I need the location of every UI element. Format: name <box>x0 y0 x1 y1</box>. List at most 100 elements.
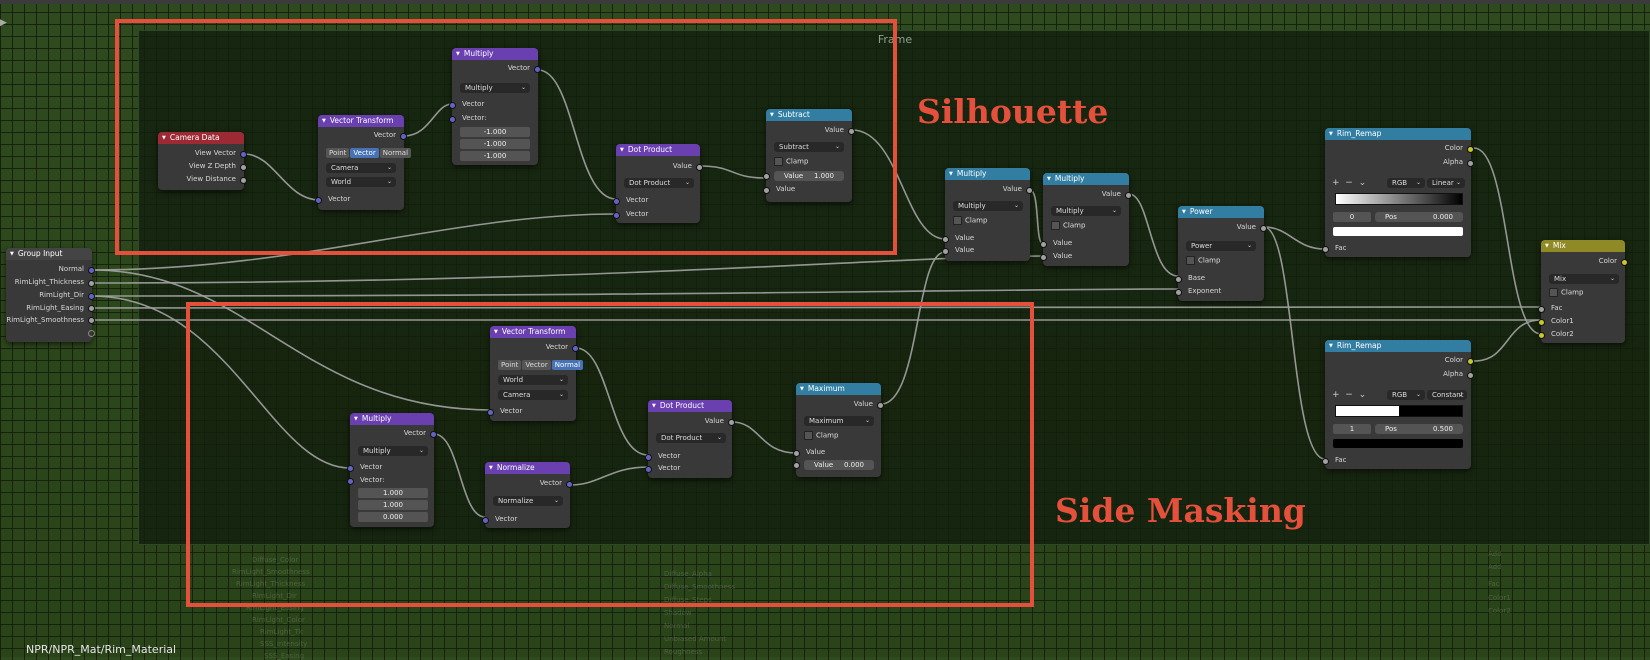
input-socket[interactable] <box>942 248 949 255</box>
stop-position-field[interactable]: Pos 0.000 <box>1375 212 1463 222</box>
node-header[interactable]: ▼ Multiply <box>945 168 1030 180</box>
add-stop-button[interactable]: + <box>1332 390 1340 400</box>
ghost-label: Fac <box>1488 580 1500 588</box>
checkbox-label: Clamp <box>1063 221 1086 230</box>
color-ramp-gradient[interactable] <box>1335 405 1463 417</box>
input-label: Base <box>1188 274 1206 282</box>
dropdown-value: Linear <box>1432 179 1454 187</box>
ghost-label: RimLight_Tk <box>260 628 303 636</box>
stop-index-field[interactable]: 0 <box>1333 212 1371 222</box>
output-socket[interactable] <box>1260 225 1267 232</box>
output-label: Value <box>1002 185 1022 193</box>
interpolation-dropdown[interactable]: Linear ⌄ <box>1427 178 1465 188</box>
math-multiply-node[interactable]: ▼ Multiply Value Multiply ⌄ Clamp Value Va… <box>942 168 1033 261</box>
dropdown-value: RGB <box>1392 391 1408 399</box>
output-socket[interactable] <box>88 305 95 312</box>
clamp-checkbox[interactable]: Clamp <box>953 216 987 225</box>
group-input-node[interactable]: ▼ Group Input Normal RimLight_Thickness R… <box>6 248 95 342</box>
stop-color-field[interactable] <box>1333 227 1463 236</box>
input-label: Value <box>1053 252 1073 260</box>
chevron-down-icon: ⌄ <box>1246 242 1252 249</box>
output-socket[interactable] <box>1621 259 1628 266</box>
input-socket[interactable] <box>1538 319 1545 326</box>
operation-dropdown[interactable]: Power ⌄ <box>1186 241 1256 251</box>
checkbox-label: Clamp <box>965 216 988 225</box>
chevron-down-icon: ⌄ <box>1013 202 1019 209</box>
output-label: Alpha <box>1443 158 1463 166</box>
output-socket[interactable] <box>1125 192 1132 199</box>
checkbox-box[interactable] <box>953 216 962 225</box>
node-title: Multiply <box>956 169 987 178</box>
node-header[interactable]: ▼ Rim_Remap <box>1325 340 1471 352</box>
stop-index-field[interactable]: 1 <box>1333 424 1371 434</box>
node-header[interactable]: ▼ Multiply <box>1043 173 1129 185</box>
output-socket[interactable] <box>88 317 95 324</box>
output-label: RimLight_Smoothness <box>6 316 84 324</box>
remove-stop-button[interactable]: − <box>1345 178 1353 188</box>
ghost-label: Unbiased Amount <box>664 635 727 643</box>
checkbox-box[interactable] <box>1549 288 1558 297</box>
input-socket[interactable] <box>1040 254 1047 261</box>
stop-position-field[interactable]: Pos 0.500 <box>1375 424 1463 434</box>
ghost-label: Roughness <box>664 648 703 656</box>
mix-node[interactable]: ▼ Mix Color Mix ⌄ Clamp Fac Color1 Color2 <box>1538 240 1628 343</box>
output-socket[interactable] <box>1467 358 1474 365</box>
blend-mode-dropdown[interactable]: Mix ⌄ <box>1549 274 1619 284</box>
node-header[interactable]: ▼ Rim_Remap <box>1325 128 1471 140</box>
output-socket[interactable] <box>1467 160 1474 167</box>
clamp-checkbox[interactable]: Clamp <box>1549 288 1583 297</box>
node-header[interactable]: ▼ Mix <box>1541 240 1625 252</box>
output-socket[interactable] <box>1467 372 1474 379</box>
node-header[interactable]: ▼ Group Input <box>6 248 92 260</box>
output-socket[interactable] <box>88 280 95 287</box>
input-label: Value <box>1053 239 1073 247</box>
silhouette-annotation-box <box>115 19 897 255</box>
checkbox-box[interactable] <box>1051 221 1060 230</box>
stop-color-field[interactable] <box>1333 439 1463 448</box>
color-ramp-gradient[interactable] <box>1335 193 1463 205</box>
chevron-down-icon[interactable]: ⌄ <box>1359 390 1367 400</box>
output-socket[interactable] <box>88 293 95 300</box>
chevron-down-icon: ⌄ <box>1415 179 1421 186</box>
input-socket[interactable] <box>1040 241 1047 248</box>
output-socket[interactable] <box>88 267 95 274</box>
checkbox-box[interactable] <box>1186 256 1195 265</box>
output-socket[interactable] <box>1026 187 1033 194</box>
chevron-down-icon: ⌄ <box>1111 207 1117 214</box>
node-header[interactable]: ▼ Power <box>1178 206 1264 218</box>
output-label: RimLight_Thickness <box>14 278 84 286</box>
remove-stop-button[interactable]: − <box>1345 390 1353 400</box>
input-label: Color1 <box>1551 317 1574 325</box>
dropdown-value: Power <box>1191 242 1213 250</box>
clamp-checkbox[interactable]: Clamp <box>1186 256 1220 265</box>
input-socket[interactable] <box>1538 332 1545 339</box>
power-node[interactable]: ▼ Power Value Power ⌄ Clamp Base Exponent <box>1175 206 1267 301</box>
clamp-checkbox[interactable]: Clamp <box>1051 221 1085 230</box>
field-label: Pos <box>1385 425 1397 433</box>
input-socket[interactable] <box>1175 276 1182 283</box>
output-socket[interactable] <box>1467 146 1474 153</box>
color-ramp-node[interactable]: ▼ Rim_Remap Color Alpha + − ⌄ RGB ⌄ Linear… <box>1322 128 1474 257</box>
input-socket[interactable] <box>1322 246 1329 253</box>
color-mode-dropdown[interactable]: RGB ⌄ <box>1387 178 1425 188</box>
math-multiply-node[interactable]: ▼ Multiply Value Multiply ⌄ Clamp Value Va… <box>1040 173 1132 266</box>
input-socket[interactable] <box>1538 306 1545 313</box>
dropdown-value: Mix <box>1554 275 1567 283</box>
chevron-down-icon[interactable]: ⌄ <box>1359 178 1367 188</box>
color-mode-dropdown[interactable]: RGB ⌄ <box>1387 390 1425 400</box>
input-label: Fac <box>1335 456 1347 464</box>
input-label: Fac <box>1335 244 1347 252</box>
interpolation-dropdown[interactable]: Constant ⌄ <box>1427 390 1467 400</box>
input-socket[interactable] <box>942 236 949 243</box>
operation-dropdown[interactable]: Multiply ⌄ <box>953 201 1023 211</box>
ghost-label: Add <box>1488 550 1502 558</box>
add-stop-button[interactable]: + <box>1332 178 1340 188</box>
checkbox-label: Clamp <box>1561 288 1584 297</box>
color-ramp-node[interactable]: ▼ Rim_Remap Color Alpha + − ⌄ RGB ⌄ Consta… <box>1322 340 1474 469</box>
input-socket[interactable] <box>1175 289 1182 296</box>
output-label: RimLight_Dir <box>39 291 84 299</box>
empty-socket[interactable] <box>88 330 95 337</box>
operation-dropdown[interactable]: Multiply ⌄ <box>1051 206 1121 216</box>
input-socket[interactable] <box>1322 458 1329 465</box>
dropdown-value: Multiply <box>1056 207 1084 215</box>
